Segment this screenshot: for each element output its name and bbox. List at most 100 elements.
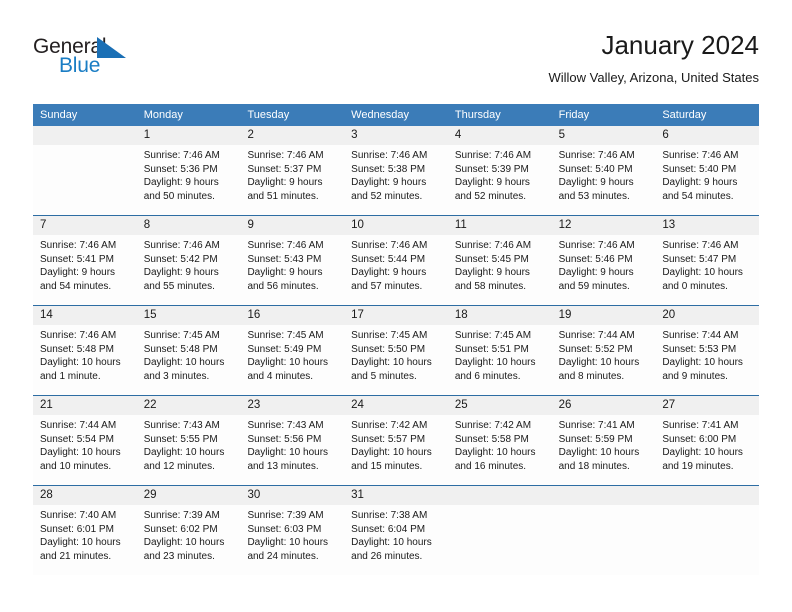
day-cell[interactable]: Sunrise: 7:46 AM Sunset: 5:37 PM Daylight:…: [240, 145, 344, 215]
day-cell[interactable]: Sunrise: 7:46 AM Sunset: 5:47 PM Daylight:…: [655, 235, 759, 305]
day-sunset-line: Sunset: 6:04 PM: [351, 523, 426, 535]
day-number[interactable]: 9: [240, 216, 344, 235]
day-cell[interactable]: Sunrise: 7:43 AM Sunset: 5:56 PM Daylight:…: [240, 415, 344, 485]
day-sunset-line: Sunset: 5:57 PM: [351, 433, 426, 445]
day-sunset-line: Sunset: 5:54 PM: [40, 433, 114, 445]
day-sunset-line: Sunset: 5:37 PM: [247, 163, 322, 175]
day-sunrise-line: Sunrise: 7:46 AM: [662, 150, 739, 161]
day-number[interactable]: 24: [344, 396, 448, 415]
day-cell[interactable]: Sunrise: 7:46 AM Sunset: 5:44 PM Daylight:…: [344, 235, 448, 305]
day-number[interactable]: 20: [655, 306, 759, 325]
day-cell[interactable]: Sunrise: 7:44 AM Sunset: 5:53 PM Daylight:…: [655, 325, 759, 395]
day-daylight-line: Daylight: 10 hours: [40, 357, 121, 368]
day-number[interactable]: 14: [33, 306, 137, 325]
day-cell[interactable]: Sunrise: 7:46 AM Sunset: 5:41 PM Daylight:…: [33, 235, 137, 305]
day-number[interactable]: 17: [344, 306, 448, 325]
calendar-week-row: 1 2 3 4 5 6 Sunrise: 7:46 AM Sunset: 5:36 PM Day…: [33, 126, 759, 215]
day-daylight-line: Daylight: 10 hours: [351, 537, 432, 548]
day-sunset-line: Sunset: 5:48 PM: [40, 343, 114, 355]
day-cell[interactable]: Sunrise: 7:44 AM Sunset: 5:54 PM Daylight:…: [33, 415, 137, 485]
day-number[interactable]: 29: [137, 486, 241, 505]
day-number[interactable]: 12: [552, 216, 656, 235]
day-cell[interactable]: Sunrise: 7:45 AM Sunset: 5:50 PM Daylight:…: [344, 325, 448, 395]
day-sunrise-line: Sunrise: 7:46 AM: [143, 240, 220, 251]
day-daylight-line: and 13 minutes.: [247, 460, 319, 472]
day-number[interactable]: 6: [655, 126, 759, 145]
day-daylight-line: and 18 minutes.: [558, 460, 630, 472]
day-number[interactable]: 5: [552, 126, 656, 145]
day-cell[interactable]: Sunrise: 7:45 AM Sunset: 5:49 PM Daylight:…: [240, 325, 344, 395]
day-sunrise-line: Sunrise: 7:39 AM: [143, 510, 220, 521]
day-cell[interactable]: Sunrise: 7:46 AM Sunset: 5:38 PM Daylight:…: [344, 145, 448, 215]
day-sunset-line: Sunset: 5:40 PM: [662, 163, 737, 175]
day-sunrise-line: Sunrise: 7:40 AM: [40, 510, 117, 521]
day-cell[interactable]: Sunrise: 7:40 AM Sunset: 6:01 PM Daylight:…: [33, 505, 137, 575]
page-title: January 2024: [601, 30, 759, 60]
day-cell[interactable]: Sunrise: 7:39 AM Sunset: 6:03 PM Daylight:…: [240, 505, 344, 575]
day-number[interactable]: 11: [448, 216, 552, 235]
title-block: January 2024 Willow Valley, Arizona, Uni…: [549, 28, 760, 88]
day-cell[interactable]: Sunrise: 7:45 AM Sunset: 5:48 PM Daylight:…: [137, 325, 241, 395]
day-number[interactable]: 10: [344, 216, 448, 235]
day-number-band: 28 29 30 31: [33, 486, 759, 505]
day-number[interactable]: 3: [344, 126, 448, 145]
day-daylight-line: and 58 minutes.: [454, 280, 527, 292]
day-cell[interactable]: Sunrise: 7:46 AM Sunset: 5:39 PM Daylight:…: [448, 145, 552, 215]
day-cell[interactable]: Sunrise: 7:46 AM Sunset: 5:48 PM Daylight:…: [33, 325, 137, 395]
day-info-band: Sunrise: 7:46 AM Sunset: 5:36 PM Daylight:…: [33, 145, 759, 215]
day-daylight-line: and 59 minutes.: [558, 280, 630, 292]
day-cell[interactable]: Sunrise: 7:46 AM Sunset: 5:40 PM Daylight:…: [655, 145, 759, 215]
day-daylight-line: and 9 minutes.: [662, 370, 728, 382]
day-number[interactable]: 2: [240, 126, 344, 145]
day-number[interactable]: 27: [655, 396, 759, 415]
day-number[interactable]: 7: [33, 216, 137, 235]
day-daylight-line: and 57 minutes.: [351, 280, 423, 292]
day-number[interactable]: 30: [240, 486, 344, 505]
day-number[interactable]: 18: [448, 306, 552, 325]
day-number[interactable]: 4: [448, 126, 552, 145]
day-daylight-line: Daylight: 10 hours: [454, 357, 536, 368]
day-sunrise-line: Sunrise: 7:44 AM: [558, 330, 635, 341]
day-number[interactable]: 28: [33, 486, 137, 505]
day-cell[interactable]: Sunrise: 7:46 AM Sunset: 5:42 PM Daylight:…: [137, 235, 241, 305]
day-cell[interactable]: Sunrise: 7:46 AM Sunset: 5:43 PM Daylight:…: [240, 235, 344, 305]
day-number[interactable]: 15: [137, 306, 241, 325]
day-cell[interactable]: Sunrise: 7:46 AM Sunset: 5:36 PM Daylight:…: [137, 145, 241, 215]
day-cell[interactable]: Sunrise: 7:42 AM Sunset: 5:57 PM Daylight:…: [344, 415, 448, 485]
day-cell[interactable]: Sunrise: 7:39 AM Sunset: 6:02 PM Daylight:…: [137, 505, 241, 575]
day-cell[interactable]: Sunrise: 7:45 AM Sunset: 5:51 PM Daylight:…: [448, 325, 552, 395]
day-cell[interactable]: Sunrise: 7:42 AM Sunset: 5:58 PM Daylight:…: [448, 415, 552, 485]
day-number[interactable]: 26: [552, 396, 656, 415]
day-number[interactable]: 22: [137, 396, 241, 415]
day-sunset-line: Sunset: 5:50 PM: [351, 343, 426, 355]
day-daylight-line: and 8 minutes.: [558, 370, 625, 382]
logo-triangle-icon: [97, 37, 126, 58]
day-sunrise-line: Sunrise: 7:41 AM: [558, 420, 635, 431]
day-number[interactable]: 13: [655, 216, 759, 235]
weekday-header-sunday: Sunday: [40, 109, 78, 121]
day-cell[interactable]: Sunrise: 7:46 AM Sunset: 5:40 PM Daylight:…: [552, 145, 656, 215]
day-cell[interactable]: Sunrise: 7:43 AM Sunset: 5:55 PM Daylight:…: [137, 415, 241, 485]
day-number[interactable]: 8: [137, 216, 241, 235]
day-number[interactable]: 21: [33, 396, 137, 415]
day-cell[interactable]: Sunrise: 7:38 AM Sunset: 6:04 PM Daylight:…: [344, 505, 448, 575]
day-sunset-line: Sunset: 5:44 PM: [351, 253, 426, 265]
day-number[interactable]: 25: [448, 396, 552, 415]
day-daylight-line: Daylight: 10 hours: [40, 447, 121, 458]
day-sunset-line: Sunset: 5:49 PM: [247, 343, 322, 355]
day-number[interactable]: 1: [137, 126, 241, 145]
day-cell[interactable]: Sunrise: 7:41 AM Sunset: 5:59 PM Daylight:…: [552, 415, 656, 485]
day-number[interactable]: 31: [344, 486, 448, 505]
logo-text-blue: Blue: [59, 54, 101, 77]
day-sunrise-line: Sunrise: 7:44 AM: [40, 420, 117, 431]
day-sunset-line: Sunset: 5:47 PM: [662, 253, 737, 265]
day-number[interactable]: 23: [240, 396, 344, 415]
day-cell[interactable]: Sunrise: 7:46 AM Sunset: 5:45 PM Daylight:…: [448, 235, 552, 305]
day-cell[interactable]: Sunrise: 7:44 AM Sunset: 5:52 PM Daylight:…: [552, 325, 656, 395]
day-number[interactable]: 19: [552, 306, 656, 325]
day-cell[interactable]: Sunrise: 7:41 AM Sunset: 6:00 PM Daylight:…: [655, 415, 759, 485]
day-number[interactable]: 16: [240, 306, 344, 325]
day-cell[interactable]: Sunrise: 7:46 AM Sunset: 5:46 PM Daylight:…: [552, 235, 656, 305]
general-blue-logo[interactable]: General Blue: [33, 36, 163, 86]
day-daylight-line: and 52 minutes.: [351, 190, 423, 202]
